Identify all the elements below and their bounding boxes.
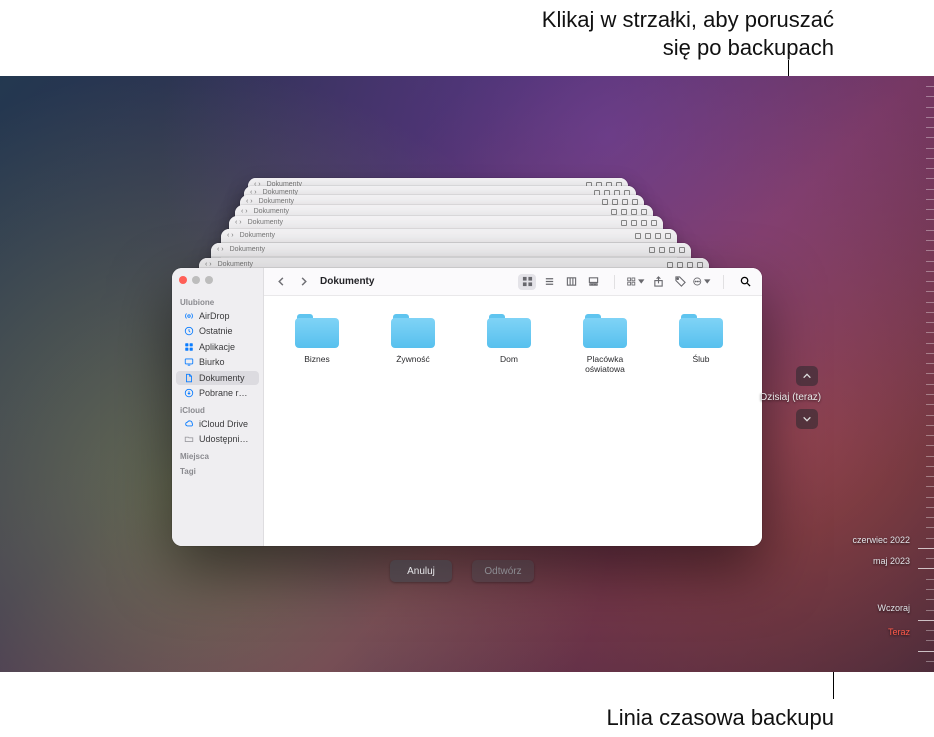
finder-sidebar: Ulubione AirDrop Ostatnie Aplikacje Biur… — [172, 268, 264, 546]
finder-content: Dokumenty — [264, 268, 762, 546]
folder-label: Placówka oświatowa — [572, 354, 638, 374]
sidebar-section-places: Miejsca — [172, 450, 263, 461]
sidebar-item-applications[interactable]: Aplikacje — [176, 340, 259, 354]
sidebar-item-recents[interactable]: Ostatnie — [176, 324, 259, 338]
folder-icon — [391, 314, 435, 348]
finder-toolbar: Dokumenty — [264, 268, 762, 296]
action-bar: Anuluj Odtwórz — [390, 560, 534, 582]
view-gallery-button[interactable] — [584, 274, 602, 290]
sidebar-item-label: Pobrane r… — [199, 388, 248, 398]
backup-current-label: Dzisiaj (teraz) — [760, 392, 821, 403]
folder-label: Ślub — [692, 354, 709, 364]
backup-timeline[interactable]: czerwiec 2022 maj 2023 Wczoraj Teraz — [848, 76, 934, 672]
annotation-top-line2: się po backupach — [663, 35, 834, 60]
sidebar-item-icloud-drive[interactable]: iCloud Drive — [176, 417, 259, 431]
sidebar-item-label: Aplikacje — [199, 342, 235, 352]
backup-next-button[interactable] — [796, 409, 818, 429]
sidebar-item-label: Biurko — [199, 357, 225, 367]
clock-icon — [184, 326, 194, 336]
folder-icon — [487, 314, 531, 348]
restore-label: Odtwórz — [484, 566, 521, 577]
sidebar-item-label: Dokumenty — [199, 373, 245, 383]
backup-prev-button[interactable] — [796, 366, 818, 386]
folder-item[interactable]: Dom — [476, 314, 542, 528]
folder-item[interactable]: Biznes — [284, 314, 350, 528]
view-list-button[interactable] — [540, 274, 558, 290]
sidebar-item-documents[interactable]: Dokumenty — [176, 371, 259, 385]
folder-label: Dom — [500, 354, 518, 364]
nav-forward-button[interactable] — [294, 274, 312, 290]
sidebar-item-airdrop[interactable]: AirDrop — [176, 309, 259, 323]
annotation-top-line1: Klikaj w strzałki, aby poruszać — [542, 7, 834, 32]
search-button[interactable] — [736, 274, 754, 290]
sidebar-item-label: iCloud Drive — [199, 419, 248, 429]
toolbar-divider — [614, 275, 615, 289]
apps-icon — [184, 342, 194, 352]
timeline-label-now[interactable]: Teraz — [888, 627, 910, 637]
window-controls — [172, 274, 263, 292]
view-columns-button[interactable] — [562, 274, 580, 290]
airdrop-icon — [184, 311, 194, 321]
shared-folder-icon — [184, 434, 194, 444]
annotation-bottom-text: Linia czasowa backupu — [607, 705, 834, 730]
nav-back-button[interactable] — [272, 274, 290, 290]
timeline-label[interactable]: Wczoraj — [877, 603, 910, 613]
sidebar-section-icloud: iCloud — [172, 404, 263, 415]
timeline-ticks — [912, 86, 934, 662]
folder-icon — [583, 314, 627, 348]
folder-grid: Biznes Żywność Dom Placówka oświatowa Śl… — [264, 296, 762, 546]
share-button[interactable] — [649, 274, 667, 290]
more-button[interactable] — [693, 274, 711, 290]
zoom-button[interactable] — [205, 276, 213, 284]
time-machine-stage: ‹ ›Dokumenty ‹ ›Dokumenty ‹ ›Dokumenty ‹… — [0, 76, 934, 672]
folder-item[interactable]: Placówka oświatowa — [572, 314, 638, 528]
cancel-button[interactable]: Anuluj — [390, 560, 452, 582]
folder-label: Biznes — [304, 354, 330, 364]
sidebar-section-favorites: Ulubione — [172, 296, 263, 307]
sidebar-item-label: Ostatnie — [199, 326, 233, 336]
finder-window: Ulubione AirDrop Ostatnie Aplikacje Biur… — [172, 268, 762, 546]
cancel-label: Anuluj — [407, 566, 435, 577]
folder-icon — [679, 314, 723, 348]
sidebar-item-shared[interactable]: Udostępniane — [176, 432, 259, 446]
chevron-down-icon — [802, 414, 812, 424]
annotation-bottom: Linia czasowa backupu — [607, 705, 834, 731]
sidebar-item-downloads[interactable]: Pobrane r… — [176, 386, 259, 400]
close-button[interactable] — [179, 276, 187, 284]
minimize-button[interactable] — [192, 276, 200, 284]
sidebar-section-tags: Tagi — [172, 465, 263, 476]
document-icon — [184, 373, 194, 383]
toolbar-divider — [723, 275, 724, 289]
window-title: Dokumenty — [320, 276, 374, 287]
chevron-up-icon — [802, 371, 812, 381]
tag-button[interactable] — [671, 274, 689, 290]
download-icon — [184, 388, 194, 398]
desktop-icon — [184, 357, 194, 367]
sidebar-item-label: Udostępniane — [199, 434, 253, 444]
folder-item[interactable]: Żywność — [380, 314, 446, 528]
folder-icon — [295, 314, 339, 348]
timeline-label[interactable]: czerwiec 2022 — [852, 535, 910, 545]
sidebar-item-desktop[interactable]: Biurko — [176, 355, 259, 369]
annotation-top: Klikaj w strzałki, aby poruszać się po b… — [542, 6, 834, 61]
group-by-button[interactable] — [627, 274, 645, 290]
sidebar-item-label: AirDrop — [199, 311, 230, 321]
timeline-label[interactable]: maj 2023 — [873, 556, 910, 566]
backup-nav: Dzisiaj (teraz) — [776, 366, 837, 435]
restore-button[interactable]: Odtwórz — [472, 560, 534, 582]
folder-label: Żywność — [396, 354, 430, 364]
cloud-icon — [184, 419, 194, 429]
view-icons-button[interactable] — [518, 274, 536, 290]
folder-item[interactable]: Ślub — [668, 314, 734, 528]
view-switcher — [518, 274, 602, 290]
